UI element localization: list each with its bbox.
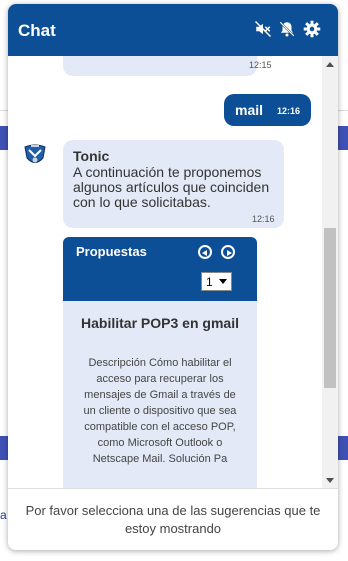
- message-time: 12:16: [252, 214, 275, 224]
- bell-off-icon[interactable]: [278, 20, 296, 38]
- next-proposal-button[interactable]: [221, 245, 235, 259]
- scroll-up-icon[interactable]: [326, 62, 334, 67]
- article-title[interactable]: Habilitar POP3 en gmail: [63, 315, 257, 331]
- background-bar-bottom: [0, 436, 8, 460]
- user-message: mail 12:16: [224, 94, 311, 126]
- proposal-page-select[interactable]: 1: [201, 272, 232, 291]
- proposals-title: Propuestas: [76, 244, 147, 259]
- proposals-card: Propuestas 1 Habilitar POP3 en gmail Des…: [63, 237, 257, 488]
- previous-proposal-button[interactable]: [198, 245, 212, 259]
- background-divider: [0, 110, 8, 111]
- chevron-right-icon: [227, 249, 232, 256]
- previous-bot-message: 12:15: [63, 56, 272, 76]
- mute-icon[interactable]: [254, 20, 272, 38]
- proposals-card-header: Propuestas 1: [63, 237, 257, 301]
- gear-icon[interactable]: [303, 20, 321, 38]
- background-bar-top-right: [338, 126, 348, 150]
- user-message-text: mail: [235, 102, 264, 118]
- bot-message-text: A continuación te proponemos algunos art…: [73, 164, 270, 210]
- footer-message: Por favor selecciona una de las sugerenc…: [25, 503, 321, 536]
- chat-title: Chat: [18, 21, 56, 40]
- user-message-time: 12:16: [277, 106, 301, 116]
- article-description: Descripción Cómo habilitar el acceso par…: [83, 357, 237, 465]
- background-divider-right: [338, 110, 348, 111]
- scrollbar-thumb[interactable]: [324, 228, 336, 388]
- chevron-left-icon: [202, 249, 207, 256]
- background-bar-bottom-right: [338, 436, 348, 460]
- selected-page: 1: [206, 275, 213, 289]
- background-text-fragment: a: [0, 508, 7, 522]
- message-list: 12:15 mail 12:16 Tonic A continuación te…: [8, 56, 322, 488]
- message-scrollbar[interactable]: [322, 56, 338, 488]
- message-time: 12:15: [249, 60, 272, 70]
- chevron-down-icon: [219, 279, 227, 284]
- background-bar-top: [0, 126, 8, 150]
- chat-header: Chat: [8, 4, 338, 56]
- chat-footer: Por favor selecciona una de las sugerenc…: [8, 488, 338, 550]
- bot-name: Tonic: [73, 148, 110, 164]
- chat-widget: Chat 12:15 mail 12:16 Tonic A continuaci…: [8, 4, 338, 550]
- bot-message: Tonic A continuación te proponemos algun…: [63, 140, 284, 228]
- scroll-down-icon[interactable]: [326, 478, 334, 483]
- bot-avatar-icon: [24, 144, 46, 163]
